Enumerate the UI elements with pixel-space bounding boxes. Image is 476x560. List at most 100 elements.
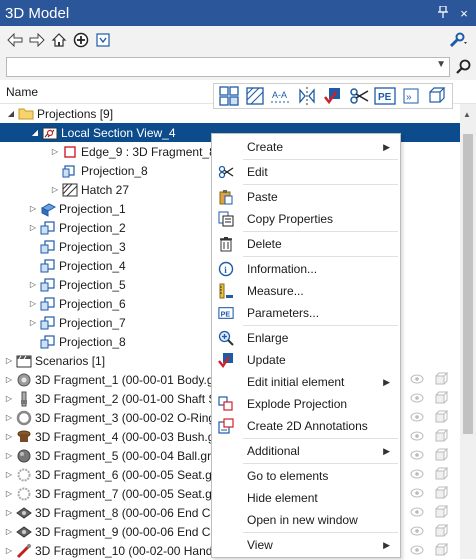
expander-icon[interactable]: ◢ xyxy=(6,109,16,118)
eye-icon[interactable] xyxy=(410,450,424,460)
pin-icon[interactable] xyxy=(434,4,452,21)
expander-icon[interactable]: ▷ xyxy=(28,280,38,289)
expander-icon[interactable]: ▷ xyxy=(4,375,14,384)
menu-item-update[interactable]: Update xyxy=(212,349,400,371)
scroll-thumb[interactable] xyxy=(463,134,473,434)
cube-outline-icon[interactable] xyxy=(434,372,448,386)
menu-item-label: View xyxy=(247,538,273,552)
menu-item-parameters[interactable]: PE Parameters... xyxy=(212,302,400,324)
eye-icon[interactable] xyxy=(410,526,424,536)
menu-item-enlarge[interactable]: Enlarge xyxy=(212,327,400,349)
menu-item-information[interactable]: i Information... xyxy=(212,258,400,280)
search-input[interactable] xyxy=(7,58,427,76)
tree-item-label: Projection_8 xyxy=(81,163,148,178)
menu-item-create[interactable]: Create ▶ xyxy=(212,136,400,158)
edit-scissors-icon xyxy=(218,164,234,180)
search-row: ▼ xyxy=(0,54,476,80)
projection-icon xyxy=(40,220,56,236)
menu-item-measure[interactable]: Measure... xyxy=(212,280,400,302)
expander-icon[interactable]: ▷ xyxy=(4,546,14,555)
expander-icon[interactable]: ▷ xyxy=(4,394,14,403)
expander-icon[interactable]: ▷ xyxy=(4,508,14,517)
cube-check-icon[interactable] xyxy=(320,84,346,108)
close-icon[interactable]: × xyxy=(455,6,473,21)
expander-icon[interactable]: ▷ xyxy=(4,451,14,460)
cube-outline-icon[interactable] xyxy=(434,429,448,443)
menu-item-label: Delete xyxy=(247,237,282,251)
cube-outline-icon[interactable] xyxy=(434,543,448,557)
expander-icon[interactable]: ▷ xyxy=(28,299,38,308)
tree-item-label: Hatch 27 xyxy=(81,182,130,197)
expander-icon[interactable]: ▷ xyxy=(4,489,14,498)
eye-icon[interactable] xyxy=(410,431,424,441)
menu-item-open-in-new-window[interactable]: Open in new window xyxy=(212,509,400,531)
scissors-icon[interactable] xyxy=(346,84,372,108)
expander-icon[interactable]: ▷ xyxy=(4,432,14,441)
eye-icon[interactable] xyxy=(410,488,424,498)
menu-item-create-2d-annotations[interactable]: Create 2D Annotations xyxy=(212,415,400,437)
menu-item-additional[interactable]: Additional ▶ xyxy=(212,440,400,462)
cube-outline-icon[interactable] xyxy=(434,410,448,424)
search-field[interactable]: ▼ xyxy=(6,57,450,77)
menu-separator xyxy=(243,463,398,464)
expander-icon[interactable]: ▷ xyxy=(28,204,38,213)
cube-outline-icon[interactable] xyxy=(434,524,448,538)
expander-icon[interactable]: ▷ xyxy=(4,356,14,365)
expander-icon[interactable]: ▷ xyxy=(50,185,60,194)
search-icon[interactable] xyxy=(452,56,474,78)
vertical-scrollbar[interactable]: ▲ xyxy=(460,104,476,559)
scroll-up-icon[interactable]: ▲ xyxy=(463,110,471,119)
back-arrow-icon[interactable] xyxy=(4,29,26,51)
eye-icon[interactable] xyxy=(410,507,424,517)
section-hatch-icon[interactable] xyxy=(242,84,268,108)
more-chevron-icon[interactable]: » xyxy=(398,84,424,108)
settings-wrench-icon[interactable] xyxy=(448,29,470,51)
dimension-aa-icon[interactable]: A-A xyxy=(268,84,294,108)
cube-outline-icon[interactable] xyxy=(434,505,448,519)
menu-item-edit-initial-element[interactable]: Edit initial element ▶ xyxy=(212,371,400,393)
expander-icon[interactable]: ▷ xyxy=(50,147,60,156)
menu-item-explode-projection[interactable]: Explode Projection xyxy=(212,393,400,415)
menu-item-delete[interactable]: Delete xyxy=(212,233,400,255)
eye-icon[interactable] xyxy=(410,545,424,555)
eye-icon[interactable] xyxy=(410,469,424,479)
cube-outline-icon[interactable] xyxy=(434,467,448,481)
scenarios-icon xyxy=(16,353,32,369)
menu-item-hide-element[interactable]: Hide element xyxy=(212,487,400,509)
cube-outline-icon[interactable] xyxy=(424,84,450,108)
eye-icon[interactable] xyxy=(410,412,424,422)
menu-item-view[interactable]: View ▶ xyxy=(212,534,400,556)
expander-icon[interactable]: ▷ xyxy=(4,470,14,479)
menu-item-copy-properties[interactable]: Copy Properties xyxy=(212,208,400,230)
menu-item-label: Copy Properties xyxy=(247,212,334,226)
home-icon[interactable] xyxy=(48,29,70,51)
symmetry-icon[interactable] xyxy=(294,84,320,108)
expander-icon[interactable]: ▷ xyxy=(4,413,14,422)
menu-item-paste[interactable]: Paste xyxy=(212,186,400,208)
fragment-seat-icon xyxy=(16,486,32,502)
expander-icon[interactable]: ▷ xyxy=(28,318,38,327)
cube-outline-icon[interactable] xyxy=(434,486,448,500)
add-circle-icon[interactable] xyxy=(70,29,92,51)
section-view-icon xyxy=(42,125,58,141)
expand-box-icon[interactable] xyxy=(92,29,114,51)
parameters-pe-icon[interactable]: PE xyxy=(372,84,398,108)
menu-item-go-to-elements[interactable]: Go to elements xyxy=(212,465,400,487)
cube-outline-icon[interactable] xyxy=(434,391,448,405)
eye-icon[interactable] xyxy=(410,374,424,384)
expander-icon[interactable]: ▷ xyxy=(28,223,38,232)
tree-item-label: 3D Fragment_7 (00-00-05 Seat.grb xyxy=(35,486,223,501)
layout-grid-icon[interactable] xyxy=(216,84,242,108)
expander-icon[interactable]: ▷ xyxy=(4,527,14,536)
chevron-down-icon[interactable]: ▼ xyxy=(436,59,446,70)
menu-item-edit[interactable]: Edit xyxy=(212,161,400,183)
cube-outline-icon[interactable] xyxy=(434,448,448,462)
fragment-handle-icon xyxy=(16,543,32,559)
tree-item-label: Projection_3 xyxy=(59,239,126,254)
expander-icon[interactable]: ◢ xyxy=(30,128,40,137)
eye-icon[interactable] xyxy=(410,393,424,403)
forward-arrow-icon[interactable] xyxy=(26,29,48,51)
name-column-header[interactable]: Name xyxy=(6,85,38,99)
menu-separator xyxy=(243,325,398,326)
fragment-seat-icon xyxy=(16,467,32,483)
